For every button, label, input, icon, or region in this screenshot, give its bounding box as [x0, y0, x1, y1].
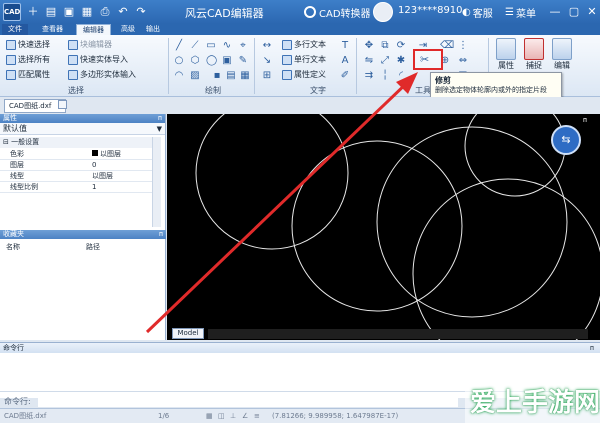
snap-icon[interactable]: ◫ [218, 409, 225, 423]
status-page: 1/6 [158, 412, 170, 420]
lineweight-icon[interactable]: ≡ [254, 409, 260, 423]
command-input[interactable] [38, 396, 458, 407]
status-file: CAD图纸.dxf [4, 412, 47, 420]
watermark: 爱上手游网 [470, 388, 600, 418]
ortho-icon[interactable]: ⊥ [230, 409, 236, 423]
grid-icon[interactable]: ▦ [206, 409, 213, 423]
pin-icon[interactable]: ᴨ [590, 343, 594, 353]
status-coords: (7.81266; 9.989958; 1.647987E-17) [272, 412, 399, 420]
command-title: 命令行 [3, 344, 24, 352]
command-header: 命令行 ᴨ [0, 343, 600, 353]
polar-icon[interactable]: ∠ [242, 409, 248, 423]
command-input-label: 命令行: [4, 397, 31, 406]
